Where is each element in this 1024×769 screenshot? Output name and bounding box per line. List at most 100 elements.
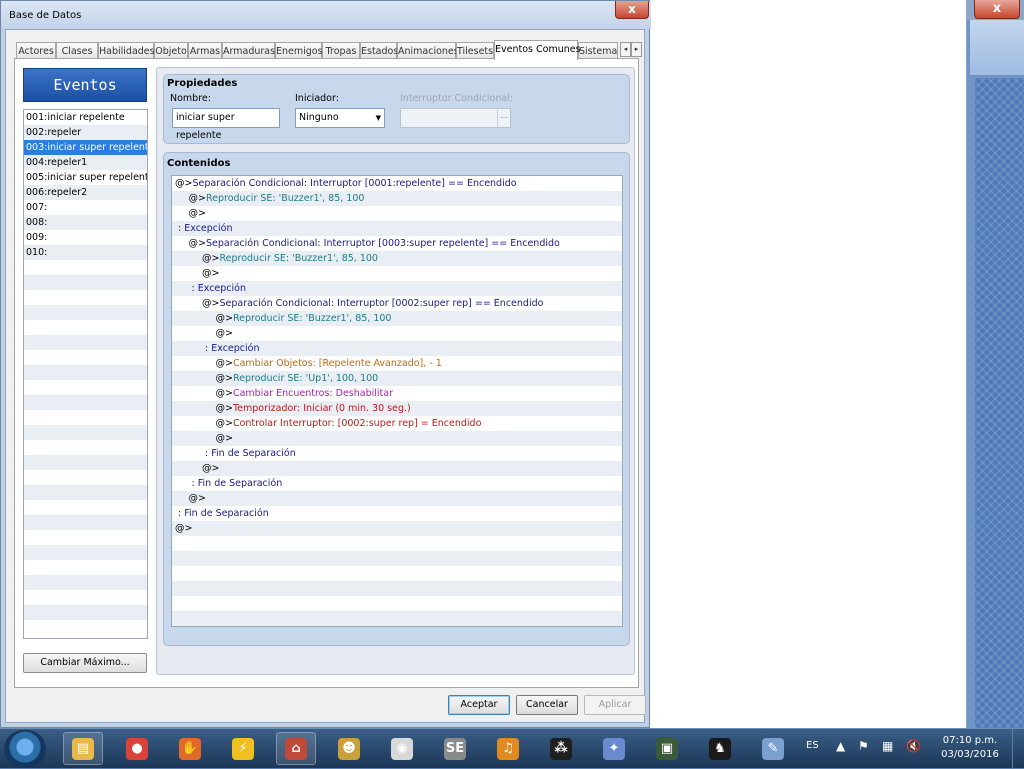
list-item[interactable] bbox=[24, 425, 147, 440]
list-item[interactable] bbox=[24, 590, 147, 605]
explorer-icon[interactable]: ▤ bbox=[63, 732, 103, 765]
command-line[interactable]: : Fin de Separación bbox=[172, 446, 622, 461]
list-item[interactable]: 001:iniciar repelente bbox=[24, 110, 147, 125]
tab-armas[interactable]: Armas bbox=[188, 42, 222, 59]
list-item[interactable] bbox=[24, 275, 147, 290]
command-line[interactable]: @>Cambiar Encuentros: Deshabilitar bbox=[172, 386, 622, 401]
tray-expand-icon[interactable]: ▲ bbox=[836, 739, 845, 753]
list-item[interactable] bbox=[24, 620, 147, 635]
cancel-button[interactable]: Cancelar bbox=[516, 695, 578, 715]
chrome-icon[interactable]: ● bbox=[117, 732, 157, 765]
tab-animaciones[interactable]: Animaciones bbox=[397, 42, 459, 59]
tab-scroll-left-button[interactable]: ◂ bbox=[620, 42, 631, 57]
tab-estados[interactable]: Estados bbox=[360, 42, 398, 59]
command-line[interactable]: @> bbox=[172, 206, 622, 221]
volume-muted-icon[interactable]: 🔇 bbox=[906, 739, 921, 753]
background-window[interactable] bbox=[650, 0, 967, 728]
command-line[interactable] bbox=[172, 581, 622, 596]
list-item[interactable] bbox=[24, 260, 147, 275]
command-line[interactable]: @>Reproducir SE: 'Buzzer1', 85, 100 bbox=[172, 251, 622, 266]
command-line[interactable]: @> bbox=[172, 521, 622, 536]
tab-tilesets[interactable]: Tilesets bbox=[456, 42, 494, 59]
tab-eventos-comunes[interactable]: Eventos Comunes bbox=[494, 40, 581, 60]
command-line[interactable] bbox=[172, 611, 622, 626]
winamp-icon[interactable]: ⚡ bbox=[223, 732, 263, 765]
tab-habilidades[interactable]: Habilidades bbox=[98, 42, 155, 59]
tab-enemigos[interactable]: Enemigos bbox=[275, 42, 323, 59]
list-item[interactable] bbox=[24, 485, 147, 500]
command-line[interactable]: : Excepción bbox=[172, 281, 622, 296]
clock[interactable]: 07:10 p.m. 03/03/2016 bbox=[932, 734, 1008, 762]
command-line[interactable]: @>Reproducir SE: 'Buzzer1', 85, 100 bbox=[172, 191, 622, 206]
command-line[interactable]: @> bbox=[172, 326, 622, 341]
list-item[interactable] bbox=[24, 335, 147, 350]
change-max-button[interactable]: Cambiar Máximo... bbox=[23, 653, 147, 673]
name-input[interactable]: iniciar super repelente bbox=[172, 108, 280, 141]
command-line[interactable]: : Excepción bbox=[172, 341, 622, 356]
command-line[interactable]: @>Reproducir SE: 'Buzzer1', 85, 100 bbox=[172, 311, 622, 326]
title-bar[interactable]: Base de Datos x bbox=[1, 1, 651, 29]
background-window-close-button[interactable]: x bbox=[974, 0, 1020, 19]
list-item[interactable] bbox=[24, 365, 147, 380]
list-item[interactable] bbox=[24, 395, 147, 410]
command-line[interactable]: : Fin de Separación bbox=[172, 506, 622, 521]
flag-icon[interactable]: ⚑ bbox=[858, 739, 869, 753]
list-item[interactable]: 002:repeler bbox=[24, 125, 147, 140]
list-item[interactable] bbox=[24, 410, 147, 425]
command-line[interactable]: : Fin de Separación bbox=[172, 476, 622, 491]
blackberry-icon[interactable]: ⁂ bbox=[541, 732, 581, 765]
tab-sistema[interactable]: Sistema bbox=[578, 42, 618, 59]
tab-clases[interactable]: Clases bbox=[56, 42, 98, 59]
list-item[interactable]: 007: bbox=[24, 200, 147, 215]
list-item[interactable] bbox=[24, 470, 147, 485]
command-line[interactable]: @>Separación Condicional: Interruptor [0… bbox=[172, 176, 622, 191]
list-item[interactable] bbox=[24, 545, 147, 560]
list-item[interactable]: 003:iniciar super repelente bbox=[24, 140, 147, 155]
list-item[interactable]: 010: bbox=[24, 245, 147, 260]
command-line[interactable]: : Excepción bbox=[172, 221, 622, 236]
command-line[interactable]: @>Temporizador: Iniciar (0 min. 30 seg.) bbox=[172, 401, 622, 416]
event-list[interactable]: 001:iniciar repelente 002:repeler 003:inic… bbox=[23, 109, 148, 639]
list-item[interactable]: 005:iniciar super repelente bbox=[24, 170, 147, 185]
command-line[interactable]: @> bbox=[172, 431, 622, 446]
accept-button[interactable]: Aceptar bbox=[448, 695, 510, 715]
gimp-icon[interactable]: ☻ bbox=[329, 732, 369, 765]
tab-scroll-right-button[interactable]: ▸ bbox=[631, 42, 642, 57]
list-item[interactable]: 008: bbox=[24, 215, 147, 230]
list-item[interactable] bbox=[24, 515, 147, 530]
list-item[interactable] bbox=[24, 500, 147, 515]
list-item[interactable]: 009: bbox=[24, 230, 147, 245]
command-line[interactable]: @>Cambiar Objetos: [Repelente Avanzado],… bbox=[172, 356, 622, 371]
tab-armaduras[interactable]: Armaduras bbox=[222, 42, 275, 59]
command-line[interactable]: @>Controlar Interruptor: [0002:super rep… bbox=[172, 416, 622, 431]
list-item[interactable] bbox=[24, 440, 147, 455]
command-line[interactable] bbox=[172, 551, 622, 566]
terminal-icon[interactable]: ▣ bbox=[647, 732, 687, 765]
list-item[interactable] bbox=[24, 560, 147, 575]
glove-icon[interactable]: ✋ bbox=[170, 732, 210, 765]
paint-icon[interactable]: ✎ bbox=[753, 732, 793, 765]
list-item[interactable]: 004:repeler1 bbox=[24, 155, 147, 170]
command-line[interactable]: @> bbox=[172, 266, 622, 281]
list-item[interactable]: 006:repeler2 bbox=[24, 185, 147, 200]
command-line[interactable]: @>Reproducir SE: 'Up1', 100, 100 bbox=[172, 371, 622, 386]
network-icon[interactable]: ✦ bbox=[594, 732, 634, 765]
list-item[interactable] bbox=[24, 305, 147, 320]
audacity-icon[interactable]: ♫ bbox=[488, 732, 528, 765]
media-icon[interactable]: ◉ bbox=[382, 732, 422, 765]
list-item[interactable] bbox=[24, 455, 147, 470]
list-item[interactable] bbox=[24, 380, 147, 395]
command-line[interactable]: @> bbox=[172, 491, 622, 506]
command-line[interactable] bbox=[172, 566, 622, 581]
tab-actores[interactable]: Actores bbox=[16, 42, 56, 59]
game-icon[interactable]: ♞ bbox=[700, 732, 740, 765]
command-line[interactable] bbox=[172, 596, 622, 611]
command-line[interactable]: @>Separación Condicional: Interruptor [0… bbox=[172, 236, 622, 251]
list-item[interactable] bbox=[24, 575, 147, 590]
list-item[interactable] bbox=[24, 320, 147, 335]
command-line[interactable]: @>Separación Condicional: Interruptor [0… bbox=[172, 296, 622, 311]
list-item[interactable] bbox=[24, 350, 147, 365]
tab-tropas[interactable]: Tropas bbox=[322, 42, 360, 59]
show-desktop-button[interactable] bbox=[1012, 729, 1024, 769]
list-item[interactable] bbox=[24, 605, 147, 620]
